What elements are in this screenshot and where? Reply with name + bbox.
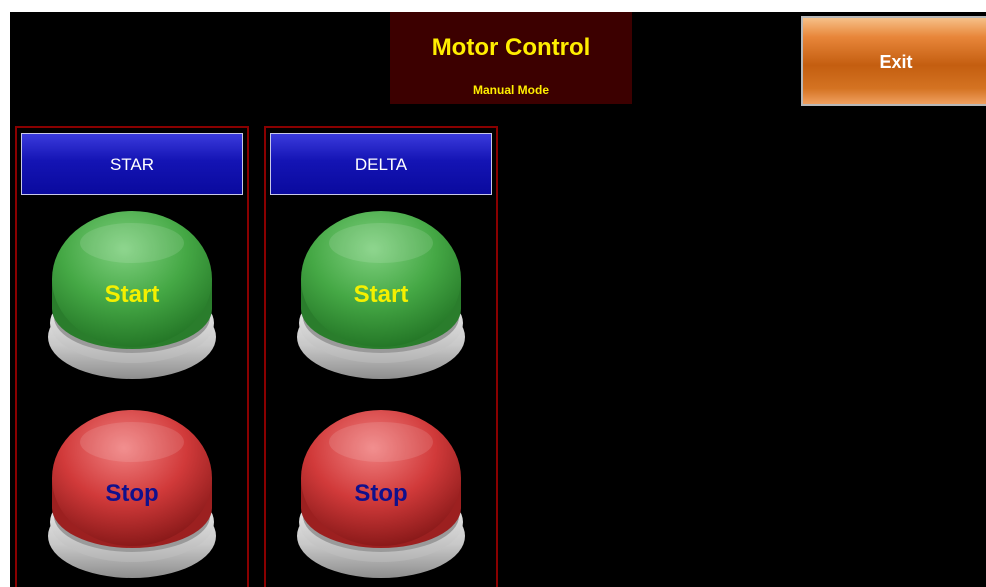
mode-subtitle: Manual Mode xyxy=(472,83,549,97)
star-start-button[interactable]: Start xyxy=(48,209,216,381)
delta-header-label: DELTA xyxy=(354,155,408,174)
star-panel: STAR Start Stop xyxy=(15,126,249,587)
delta-start-button[interactable]: Start xyxy=(297,209,465,381)
title-panel: Motor Control Manual Mode xyxy=(390,12,632,104)
exit-button-label: Exit xyxy=(879,52,913,72)
delta-header: DELTA xyxy=(270,133,492,195)
page-title: Motor Control xyxy=(431,34,591,61)
star-header-label: STAR xyxy=(109,155,155,174)
delta-stop-button[interactable]: Stop xyxy=(297,408,465,580)
delta-stop-label: Stop xyxy=(354,480,408,507)
star-header: STAR xyxy=(21,133,243,195)
delta-start-label: Start xyxy=(353,281,409,308)
delta-panel: DELTA Start Stop xyxy=(264,126,498,587)
hmi-screen: Motor Control Manual Mode Exit STAR Star… xyxy=(10,12,986,587)
star-start-label: Start xyxy=(104,281,160,308)
exit-button[interactable]: Exit xyxy=(801,16,986,106)
star-stop-button[interactable]: Stop xyxy=(48,408,216,580)
star-stop-label: Stop xyxy=(105,480,159,507)
